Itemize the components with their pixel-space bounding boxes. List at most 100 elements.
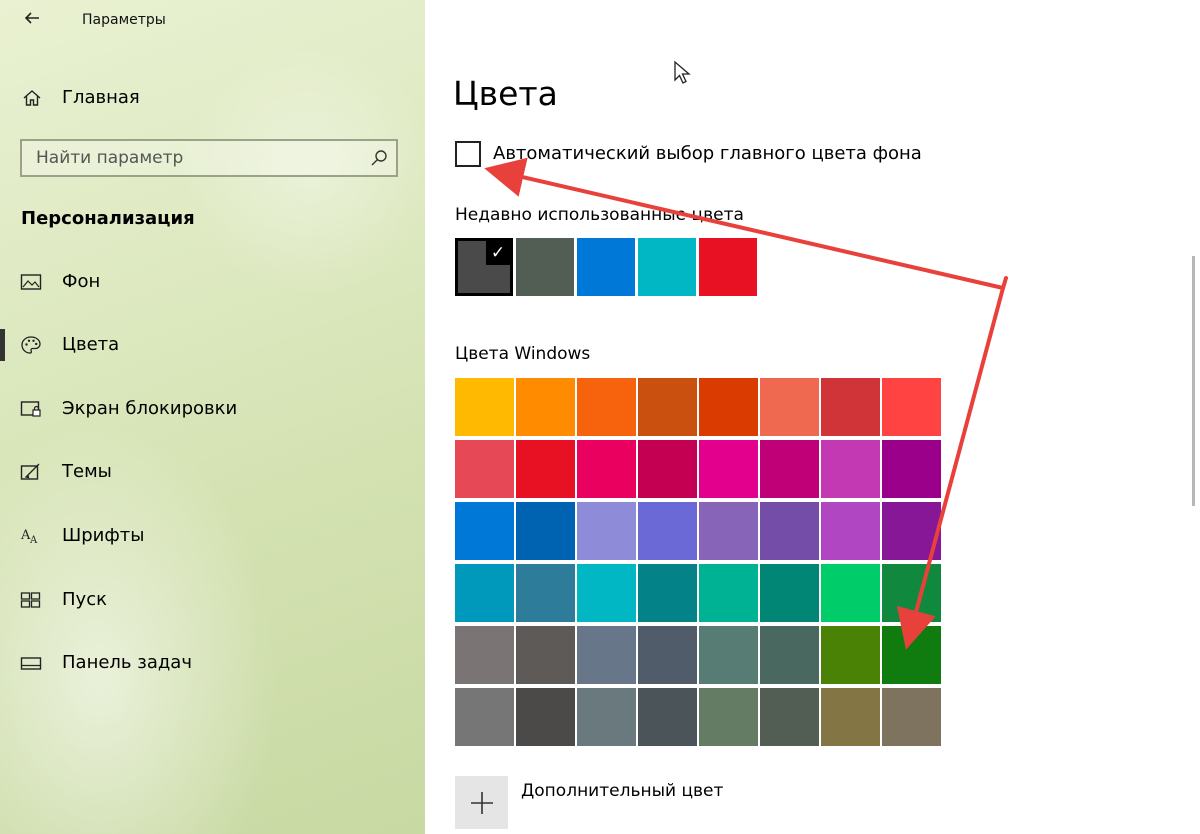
start-icon — [20, 592, 41, 608]
recent-color-swatch[interactable] — [516, 238, 574, 296]
windows-color-swatch[interactable] — [577, 378, 636, 436]
windows-color-swatch[interactable] — [699, 564, 758, 622]
windows-color-swatch[interactable] — [638, 564, 697, 622]
auto-color-label[interactable]: Автоматический выбор главного цвета фона — [493, 143, 922, 164]
sidebar-item-label: Панель задач — [62, 652, 192, 673]
windows-color-swatch[interactable] — [638, 440, 697, 498]
windows-color-swatch[interactable] — [760, 378, 819, 436]
windows-color-swatch[interactable] — [699, 688, 758, 746]
sidebar-item-colors[interactable]: Цвета — [0, 325, 425, 365]
windows-color-swatch[interactable] — [821, 440, 880, 498]
themes-icon — [20, 463, 40, 480]
custom-color-label[interactable]: Дополнительный цвет — [521, 781, 723, 801]
taskbar-icon — [20, 657, 42, 670]
windows-color-swatch[interactable] — [821, 564, 880, 622]
window-title: Параметры — [82, 12, 166, 28]
svg-text:A: A — [29, 535, 38, 546]
windows-color-swatch[interactable] — [760, 688, 819, 746]
windows-color-swatch[interactable] — [455, 378, 514, 436]
windows-color-swatch[interactable] — [577, 688, 636, 746]
windows-color-swatch[interactable] — [516, 502, 575, 560]
windows-color-swatch[interactable] — [577, 440, 636, 498]
windows-color-swatch[interactable] — [516, 378, 575, 436]
mouse-cursor-icon — [674, 60, 691, 84]
settings-sidebar: Параметры Главная Персонализация Фон Цве — [0, 0, 425, 834]
windows-color-swatch[interactable] — [699, 440, 758, 498]
windows-color-swatch[interactable] — [821, 688, 880, 746]
back-arrow-icon — [24, 12, 39, 24]
recent-colors-label: Недавно использованные цвета — [455, 205, 744, 225]
active-indicator — [0, 329, 5, 361]
windows-color-swatch[interactable] — [699, 626, 758, 684]
windows-color-swatch[interactable] — [516, 688, 575, 746]
plus-icon — [471, 792, 493, 814]
sidebar-item-label: Темы — [62, 461, 112, 482]
windows-color-swatch[interactable] — [760, 564, 819, 622]
windows-color-swatch[interactable] — [760, 502, 819, 560]
sidebar-item-home[interactable]: Главная — [0, 80, 425, 116]
windows-color-swatch[interactable] — [455, 564, 514, 622]
colors-page: Цвета Автоматический выбор главного цвет… — [425, 0, 1200, 834]
windows-color-swatch[interactable] — [516, 440, 575, 498]
recent-color-swatch[interactable] — [699, 238, 757, 296]
auto-color-checkbox[interactable] — [455, 141, 481, 167]
windows-color-swatch[interactable] — [577, 502, 636, 560]
windows-color-swatch[interactable] — [882, 688, 941, 746]
windows-color-swatch[interactable] — [455, 440, 514, 498]
search-icon[interactable] — [370, 149, 388, 167]
sidebar-item-label: Шрифты — [62, 525, 145, 546]
windows-color-swatch[interactable] — [699, 502, 758, 560]
picture-icon — [20, 274, 42, 290]
sidebar-item-label: Экран блокировки — [62, 398, 238, 419]
search-box[interactable] — [20, 139, 398, 177]
windows-color-swatch[interactable] — [638, 378, 697, 436]
sidebar-item-label: Цвета — [62, 334, 120, 355]
fonts-icon: A A — [20, 528, 38, 546]
windows-color-swatch[interactable] — [455, 502, 514, 560]
windows-color-swatch[interactable] — [882, 564, 941, 622]
back-button[interactable] — [18, 8, 46, 32]
windows-color-swatch[interactable] — [821, 626, 880, 684]
windows-color-swatch[interactable] — [821, 502, 880, 560]
windows-color-swatch[interactable] — [516, 564, 575, 622]
sidebar-item-themes[interactable]: Темы — [0, 452, 425, 492]
windows-colors-palette — [455, 378, 943, 750]
checkmark-icon: ✓ — [486, 241, 510, 265]
sidebar-item-fonts[interactable]: A A Шрифты — [0, 516, 425, 556]
lock-screen-icon — [20, 401, 41, 417]
windows-color-swatch[interactable] — [882, 502, 941, 560]
page-title: Цвета — [453, 74, 558, 113]
section-title: Персонализация — [21, 208, 195, 229]
windows-color-swatch[interactable] — [638, 626, 697, 684]
windows-color-swatch[interactable] — [821, 378, 880, 436]
windows-color-swatch[interactable] — [455, 626, 514, 684]
home-icon — [23, 90, 41, 106]
sidebar-item-start[interactable]: Пуск — [0, 580, 425, 620]
windows-color-swatch[interactable] — [882, 378, 941, 436]
sidebar-item-taskbar[interactable]: Панель задач — [0, 643, 425, 683]
windows-color-swatch[interactable] — [882, 626, 941, 684]
windows-color-swatch[interactable] — [638, 688, 697, 746]
sidebar-item-label: Пуск — [62, 589, 107, 610]
sidebar-home-label: Главная — [62, 87, 140, 108]
palette-icon — [21, 336, 41, 354]
sidebar-item-label: Фон — [62, 271, 101, 292]
search-input[interactable] — [22, 141, 366, 175]
recent-color-swatch[interactable] — [638, 238, 696, 296]
sidebar-item-lock-screen[interactable]: Экран блокировки — [0, 389, 425, 429]
sidebar-item-background[interactable]: Фон — [0, 262, 425, 302]
scrollbar[interactable] — [1192, 256, 1195, 506]
custom-color-button[interactable] — [455, 776, 508, 829]
windows-color-swatch[interactable] — [516, 626, 575, 684]
recent-color-swatch[interactable]: ✓ — [455, 238, 513, 296]
windows-color-swatch[interactable] — [455, 688, 514, 746]
windows-color-swatch[interactable] — [699, 378, 758, 436]
windows-color-swatch[interactable] — [760, 440, 819, 498]
windows-color-swatch[interactable] — [638, 502, 697, 560]
windows-color-swatch[interactable] — [882, 440, 941, 498]
recent-color-swatch[interactable] — [577, 238, 635, 296]
windows-color-swatch[interactable] — [577, 626, 636, 684]
windows-color-swatch[interactable] — [577, 564, 636, 622]
windows-colors-label: Цвета Windows — [455, 344, 591, 364]
windows-color-swatch[interactable] — [760, 626, 819, 684]
